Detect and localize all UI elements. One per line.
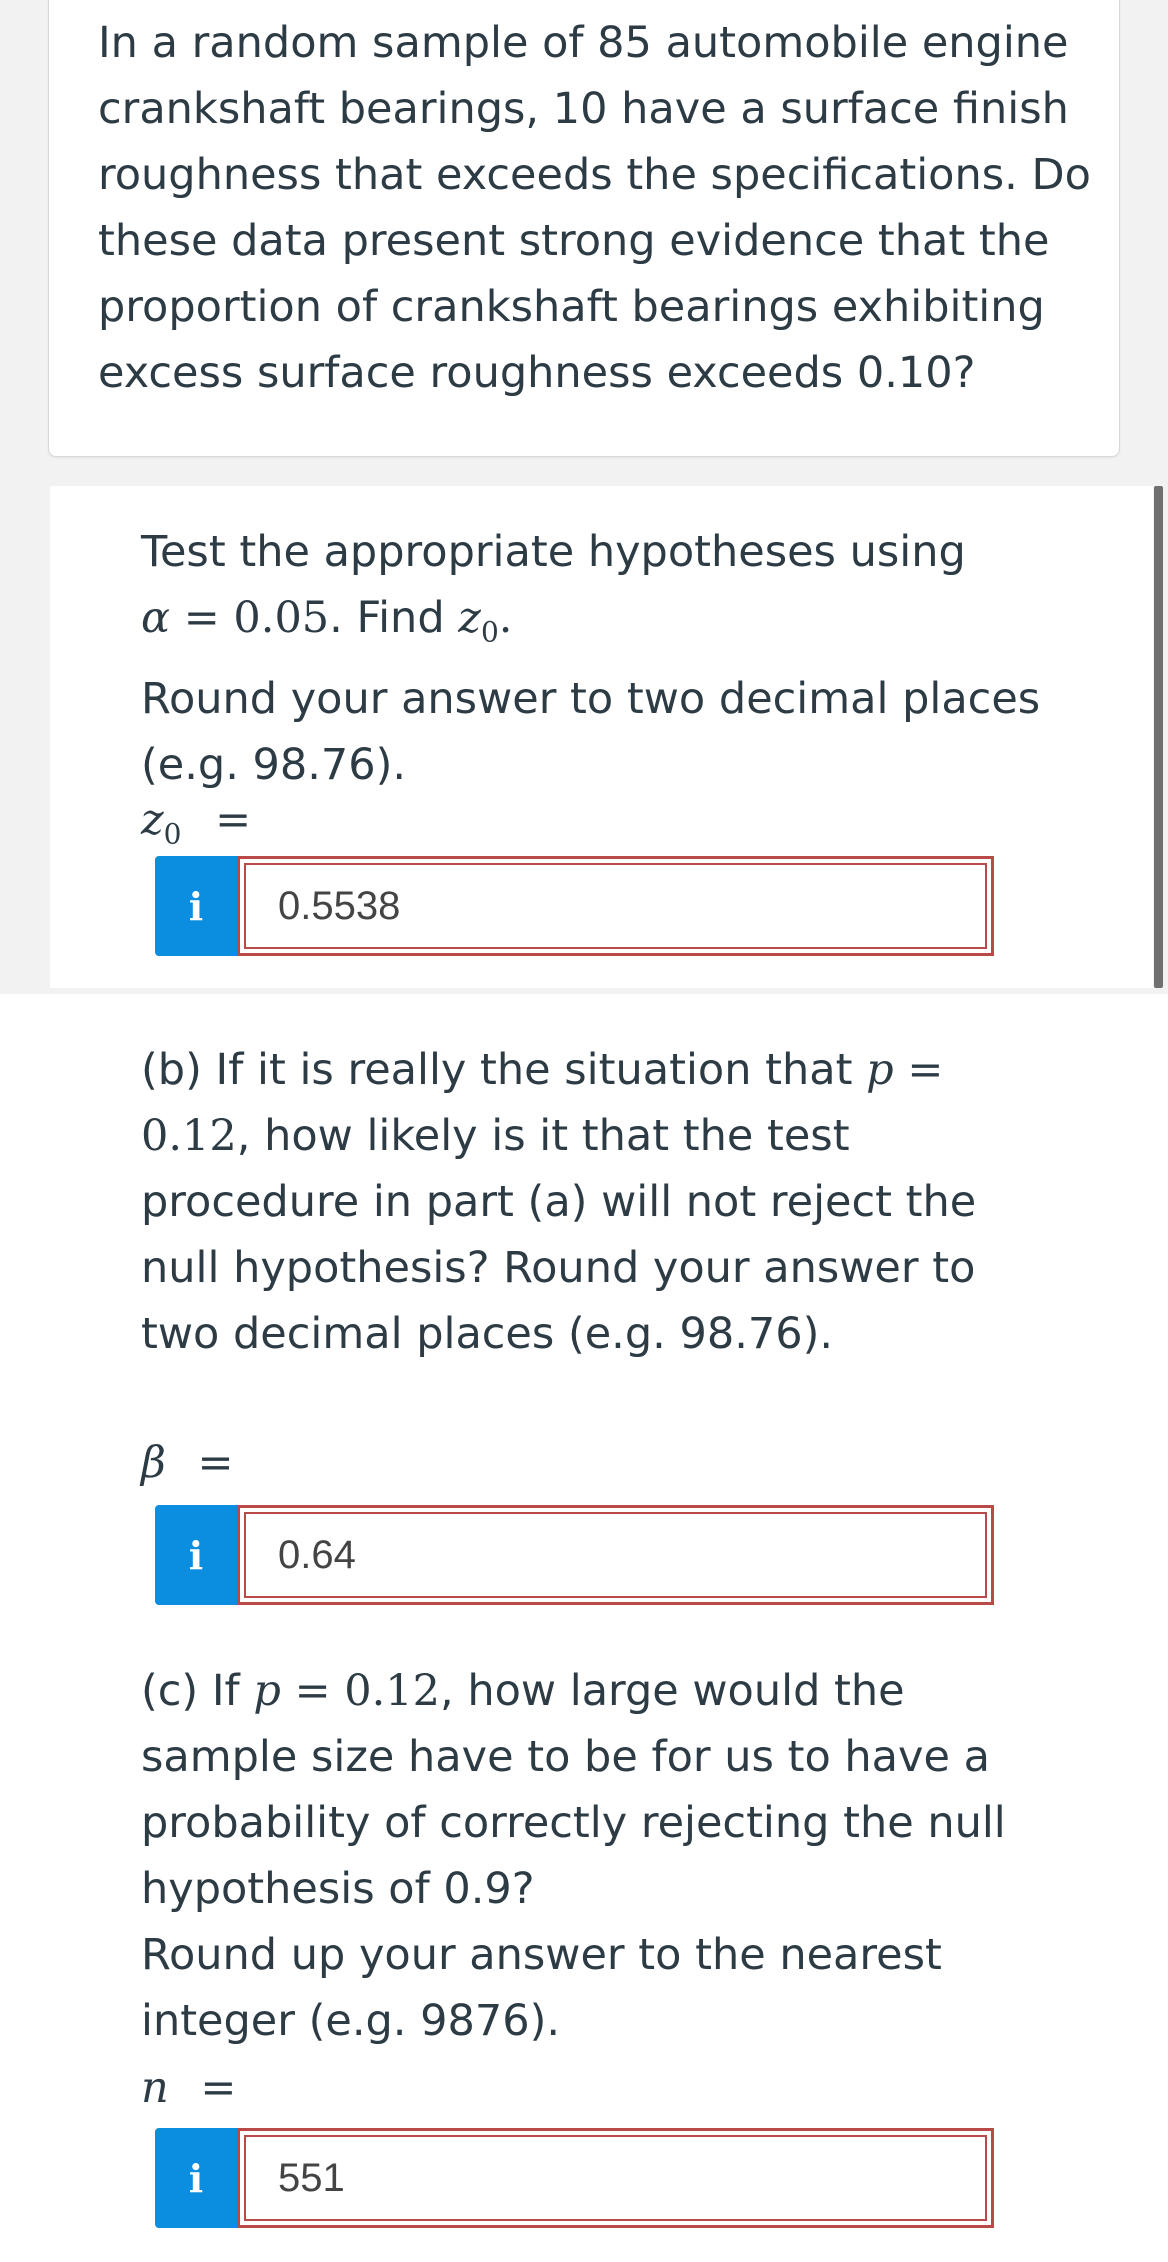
z0-label: z0 = xyxy=(141,795,252,851)
part-c-prompt: (c) If p = 0.12, how large would the sam… xyxy=(141,1666,1006,2046)
z-symbol: z xyxy=(458,593,481,643)
question-card: In a random sample of 85 automobile engi… xyxy=(48,0,1120,457)
info-icon[interactable]: i xyxy=(155,1505,237,1605)
z0-answer-value[interactable]: 0.5538 xyxy=(244,863,987,949)
part-c-round-text: Round up your answer to the nearest inte… xyxy=(141,1930,942,2046)
alpha-equals: = xyxy=(183,593,220,643)
period: . xyxy=(498,593,513,643)
part-a-line1: Test the appropriate hypotheses using xyxy=(141,527,966,577)
question-text: In a random sample of 85 automobile engi… xyxy=(98,18,1091,398)
beta-label: β = xyxy=(141,1438,234,1488)
n-answer-input[interactable]: 551 xyxy=(237,2128,994,2228)
alpha-value: 0.05 xyxy=(233,593,330,643)
info-icon[interactable]: i xyxy=(155,2128,237,2228)
part-b-answer-row: i 0.64 xyxy=(155,1505,995,1605)
n-label: n = xyxy=(141,2063,237,2113)
find-text: . Find xyxy=(329,593,459,643)
beta-answer-value[interactable]: 0.64 xyxy=(244,1512,987,1598)
part-a-round-text: Round your answer to two decimal places … xyxy=(141,673,1041,790)
part-c-answer-row: i 551 xyxy=(155,2128,995,2228)
beta-answer-input[interactable]: 0.64 xyxy=(237,1505,994,1605)
p-symbol: p xyxy=(253,1666,281,1716)
part-b-prompt: (b) If it is really the situation that p… xyxy=(141,1045,977,1359)
p-symbol: p xyxy=(866,1045,894,1095)
alpha-symbol: α xyxy=(141,593,171,643)
z0-answer-input[interactable]: 0.5538 xyxy=(237,856,994,956)
scrollbar[interactable] xyxy=(1154,486,1163,988)
info-icon[interactable]: i xyxy=(155,856,237,956)
part-a-answer-row: i 0.5538 xyxy=(155,856,995,956)
z-subscript: 0 xyxy=(480,615,499,649)
part-a-prompt: Test the appropriate hypotheses using α … xyxy=(141,519,1061,798)
n-answer-value[interactable]: 551 xyxy=(244,2135,987,2221)
